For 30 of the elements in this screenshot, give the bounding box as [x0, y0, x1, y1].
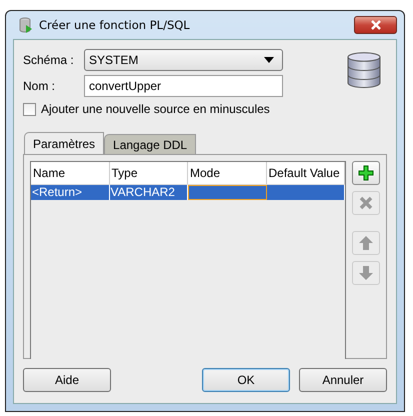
dialog-button[interactable]: Aide: [23, 368, 111, 392]
database-icon: [18, 17, 34, 33]
name-label: Nom :: [23, 79, 56, 93]
column-header[interactable]: Type: [110, 162, 188, 184]
schema-label: Schéma :: [23, 53, 75, 67]
dialog-button[interactable]: OK: [202, 368, 290, 392]
column-header[interactable]: Name: [31, 162, 110, 184]
close-icon: [370, 20, 382, 30]
close-button[interactable]: [354, 16, 397, 34]
plus-icon: [358, 165, 374, 181]
database-icon: [347, 52, 381, 88]
cell-editor[interactable]: [188, 185, 266, 200]
table-cell: <Return>: [31, 185, 110, 200]
dialog-button[interactable]: Annuler: [299, 368, 387, 392]
tab[interactable]: Paramètres: [24, 132, 104, 154]
checkbox[interactable]: [23, 102, 36, 116]
down-arrow-icon: [358, 265, 374, 281]
close-icon: [358, 195, 374, 211]
column-header[interactable]: Mode: [188, 162, 266, 184]
table-cell: VARCHAR2: [110, 185, 188, 200]
caret-icon: [264, 57, 274, 63]
table-row[interactable]: <Return> VARCHAR2: [31, 185, 345, 200]
name-field[interactable]: convertUpper: [84, 75, 283, 97]
schema-dropdown[interactable]: SYSTEM: [84, 49, 283, 71]
tab[interactable]: Langage DDL: [104, 134, 196, 154]
window-title: Créer une fonction PL/SQL: [39, 18, 191, 32]
checkbox-label: Ajouter une nouvelle source en minuscules: [41, 102, 270, 116]
up-arrow-icon: [358, 235, 374, 251]
column-header[interactable]: Default Value: [266, 162, 345, 184]
add-button[interactable]: [352, 161, 380, 185]
